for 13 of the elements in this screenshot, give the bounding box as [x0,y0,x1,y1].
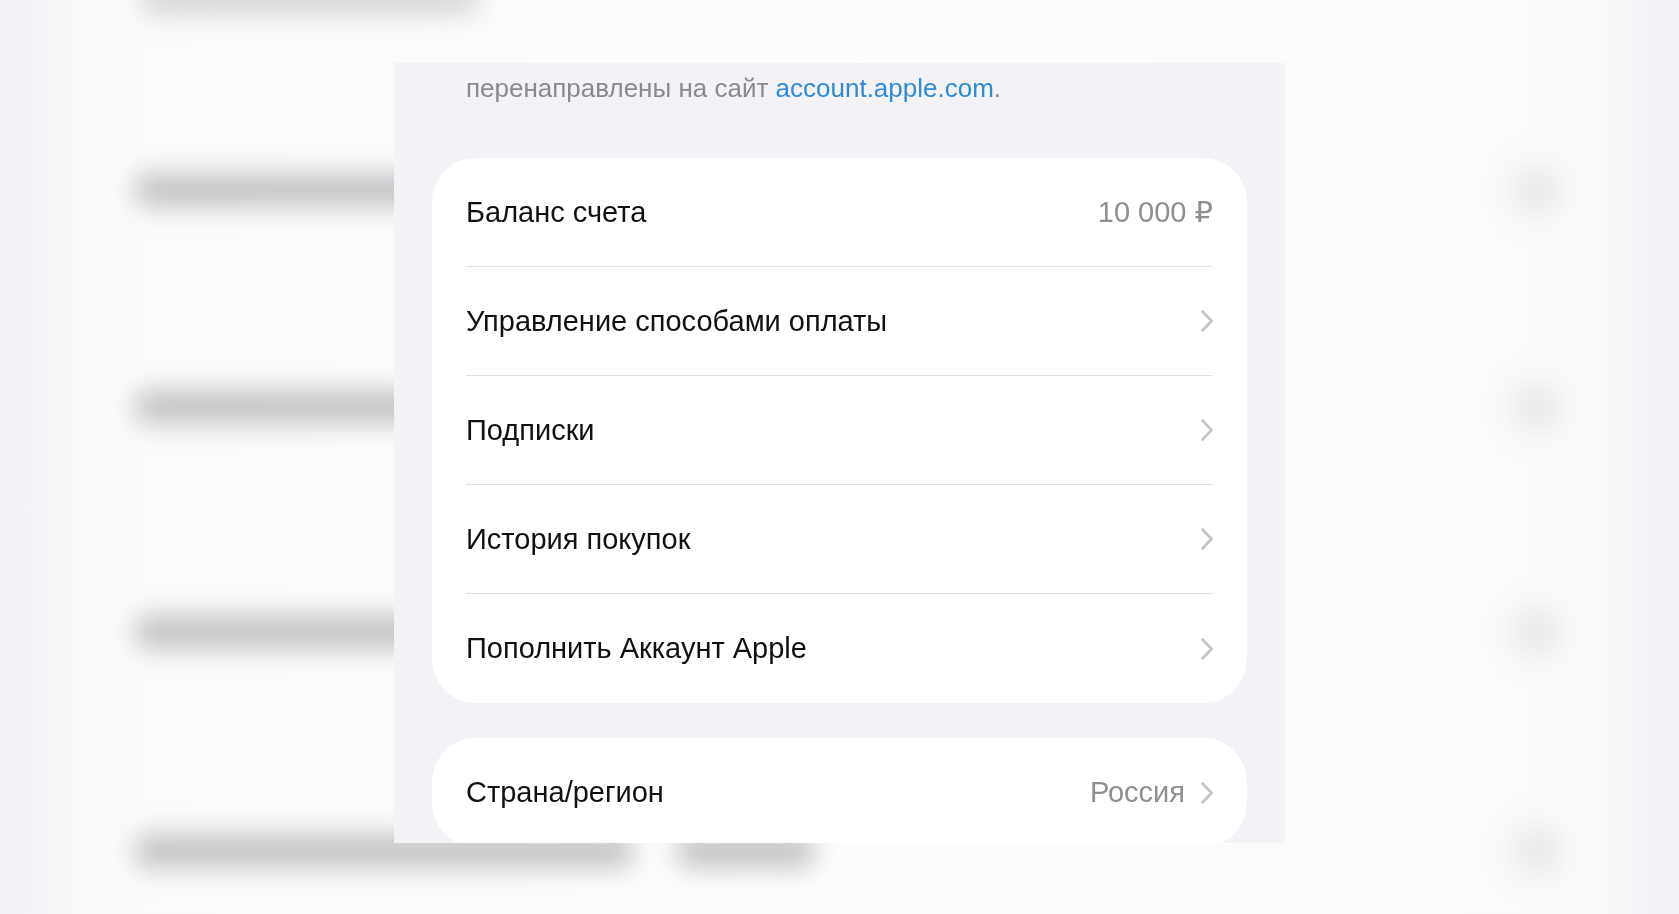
settings-row[interactable]: Подписки [432,376,1247,485]
settings-row[interactable]: История покупок [432,485,1247,594]
settings-row[interactable]: Управление способами оплаты [432,267,1247,376]
settings-row[interactable]: Страна/регион Россия [432,738,1247,843]
chevron-right-icon [1201,528,1213,550]
row-label: Баланс счета [466,195,648,229]
chevron-right-icon [1201,781,1213,804]
chevron-right-icon [1201,419,1213,441]
info-text: перенаправлены на сайт account.apple.com. [466,73,1003,103]
chevron-right-icon [1201,637,1213,660]
settings-row[interactable]: Пополнить Аккаунт Apple [432,594,1247,703]
row-value: 10 000 ₽ [1097,195,1213,229]
chevron-right-icon [1201,310,1213,332]
